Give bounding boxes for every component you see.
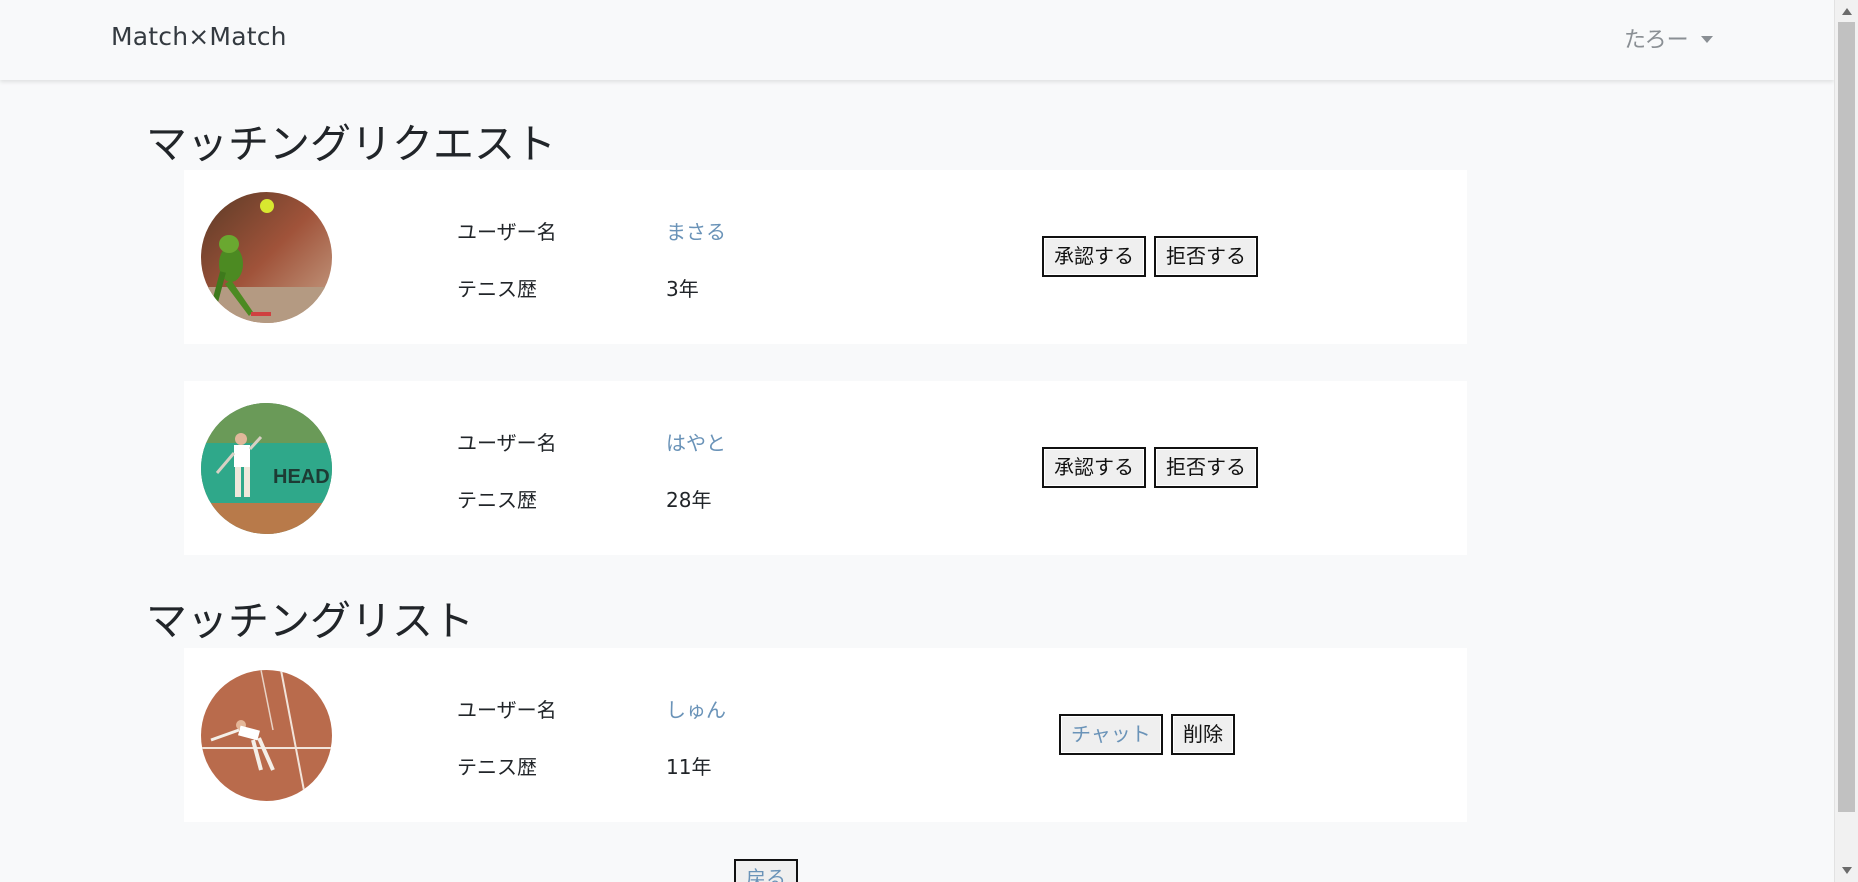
brand-logo[interactable]: Match×Match bbox=[111, 22, 287, 51]
vertical-scrollbar[interactable] bbox=[1834, 0, 1858, 882]
tennis-history-value: 11年 bbox=[666, 755, 712, 779]
tennis-history-label: テニス歴 bbox=[457, 277, 537, 301]
matches-title: マッチングリスト bbox=[146, 597, 474, 645]
approve-button[interactable]: 承認する bbox=[1042, 236, 1146, 277]
back-button[interactable]: 戻る bbox=[734, 859, 798, 882]
username-label: ユーザー名 bbox=[457, 431, 557, 455]
reject-button[interactable]: 拒否する bbox=[1154, 236, 1258, 277]
user-name: たろー bbox=[1624, 28, 1689, 53]
username-label: ユーザー名 bbox=[457, 220, 557, 244]
page: Match×Match たろー マッチングリクエスト ユーザー名 まさる テニス… bbox=[0, 0, 1858, 882]
svg-text:HEAD: HEAD bbox=[273, 466, 330, 488]
approve-button[interactable]: 承認する bbox=[1042, 447, 1146, 488]
username-link[interactable]: はやと bbox=[666, 427, 726, 456]
navbar: Match×Match たろー bbox=[0, 0, 1834, 80]
user-dropdown[interactable]: たろー bbox=[1624, 22, 1713, 54]
request-card: ユーザー名 まさる テニス歴 3年 承認する 拒否する bbox=[184, 170, 1467, 344]
scroll-up-icon[interactable] bbox=[1842, 8, 1852, 15]
caret-down-icon bbox=[1700, 35, 1713, 43]
tennis-history-label: テニス歴 bbox=[457, 755, 537, 779]
match-card: ユーザー名 しゅん テニス歴 11年 チャット 削除 bbox=[184, 648, 1467, 822]
scroll-down-icon[interactable] bbox=[1842, 867, 1852, 874]
reject-button[interactable]: 拒否する bbox=[1154, 447, 1258, 488]
username-label: ユーザー名 bbox=[457, 698, 557, 722]
requests-title: マッチングリクエスト bbox=[146, 120, 556, 168]
avatar-tennis-player-photo: HEAD bbox=[201, 403, 332, 534]
tennis-history-value: 28年 bbox=[666, 488, 712, 512]
tennis-history-value: 3年 bbox=[666, 277, 699, 301]
delete-button[interactable]: 削除 bbox=[1171, 714, 1235, 755]
request-card: HEAD ユーザー名 はやと テニス歴 28年 承認する 拒否する bbox=[184, 381, 1467, 555]
username-link[interactable]: まさる bbox=[666, 216, 726, 245]
username-link[interactable]: しゅん bbox=[666, 694, 726, 723]
avatar-clay-court-player-photo bbox=[201, 670, 332, 801]
tennis-history-label: テニス歴 bbox=[457, 488, 537, 512]
avatar-frog-tennis-photo bbox=[201, 192, 332, 323]
chat-button[interactable]: チャット bbox=[1059, 714, 1163, 755]
scroll-thumb[interactable] bbox=[1838, 22, 1855, 812]
